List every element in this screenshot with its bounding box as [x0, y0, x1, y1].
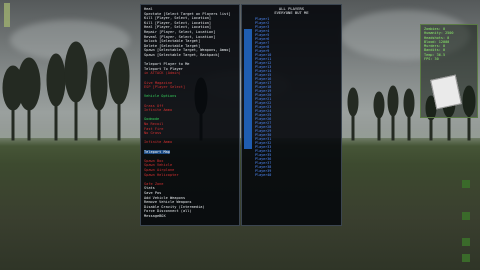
menu-option[interactable]: Kill [Player, Select, Location] — [144, 16, 211, 20]
menu-option[interactable]: ESP [Player Select] — [144, 85, 185, 89]
player-list-item[interactable]: Player40 — [255, 173, 271, 177]
menu-option[interactable]: Grass Off — [144, 104, 163, 108]
stats-lines: Zombies: 0 Humanity: 2500 Headshots: 0 Bloo… — [421, 27, 477, 61]
menu-option[interactable]: Spawn Box — [144, 159, 163, 163]
menu-option[interactable]: Remove Vehicle Weapons — [144, 200, 192, 204]
water-status-icon — [462, 212, 470, 220]
menu-option[interactable]: Heal — [144, 7, 153, 11]
player-list-panel: ALL PLAYERS EVERYONE BUT ME Player1 Playe… — [241, 4, 342, 226]
menu-option[interactable]: Spawn [Selectable Target, Weapons, Ammo] — [144, 48, 231, 52]
menu-option[interactable]: Unlock [Selectable Target] — [144, 39, 200, 43]
player-scrollbar[interactable] — [244, 29, 252, 149]
menu-option[interactable]: Spectate [Select Target on Players list] — [144, 12, 231, 16]
menu-option[interactable]: Teleport Player to Me — [144, 62, 189, 66]
menu-option[interactable]: Spawn [Selectable Target, Backpack] — [144, 53, 220, 57]
menu-option[interactable]: Give Magazine — [144, 81, 172, 85]
compass-icon — [4, 3, 10, 27]
menu-option[interactable]: Safe Zone — [144, 182, 163, 186]
menu-option[interactable]: Infinite Ammo — [144, 108, 172, 112]
menu-option[interactable]: Infinite Ammo — [144, 140, 172, 144]
player-list-subtitle: EVERYONE BUT ME — [274, 10, 309, 16]
menu-option[interactable]: Teleport Map — [144, 149, 170, 154]
menu-option[interactable]: Repair [Player, Select, Location] — [144, 30, 215, 34]
menu-option[interactable]: Stats — [144, 186, 155, 190]
menu-option[interactable]: Disable Gravity (Intermedia) — [144, 205, 205, 209]
menu-option[interactable]: in ATTACK (Admin) — [144, 71, 181, 75]
menu-option[interactable]: Reveal [Player, Select, Location] — [144, 35, 215, 39]
menu-option[interactable]: Spawn Helicopter — [144, 173, 179, 177]
menu-option[interactable]: Spawn Vehicle — [144, 163, 172, 167]
menu-option[interactable]: Godmode — [144, 117, 159, 121]
menu-option[interactable]: Delete [Selectable Target] — [144, 44, 200, 48]
blood-status-icon — [462, 238, 470, 246]
menu-option[interactable]: Teleport To Player — [144, 67, 183, 71]
food-status-icon — [462, 180, 470, 188]
menu-option[interactable]: No Grass — [144, 131, 161, 135]
menu-option[interactable]: No Recoil — [144, 122, 163, 126]
tree-line — [2, 41, 476, 141]
stat-line: FPS: 30 — [424, 57, 439, 62]
cheat-menu-left: Heal Spectate [Select Target on Players l… — [140, 4, 240, 226]
menu-option[interactable]: Save Pos — [144, 191, 161, 195]
menu-option[interactable]: Vehicle Options — [144, 94, 176, 98]
menu-option[interactable]: Spawn Airplane — [144, 168, 174, 172]
menu-option[interactable]: Heal [Player, Select, Location] — [144, 25, 211, 29]
menu-option[interactable]: Force Disconnect (all) — [144, 209, 192, 213]
player-list-header: ALL PLAYERS EVERYONE BUT ME — [242, 6, 341, 16]
player-list: Player1 Player2 Player3 Player4 Player5 Playe… — [255, 17, 271, 177]
item-card-icon — [430, 74, 462, 110]
menu-option[interactable]: MessageBOX — [144, 214, 166, 218]
menu-option[interactable]: Kill [Player, Select, Location] — [144, 21, 211, 25]
menu-option[interactable]: Fast Fire — [144, 127, 163, 131]
temperature-status-icon — [462, 254, 470, 262]
menu-option[interactable]: Add Vehicle Weapons — [144, 196, 185, 200]
stats-panel: Zombies: 0 Humanity: 2500 Headshots: 0 Bloo… — [420, 24, 478, 118]
